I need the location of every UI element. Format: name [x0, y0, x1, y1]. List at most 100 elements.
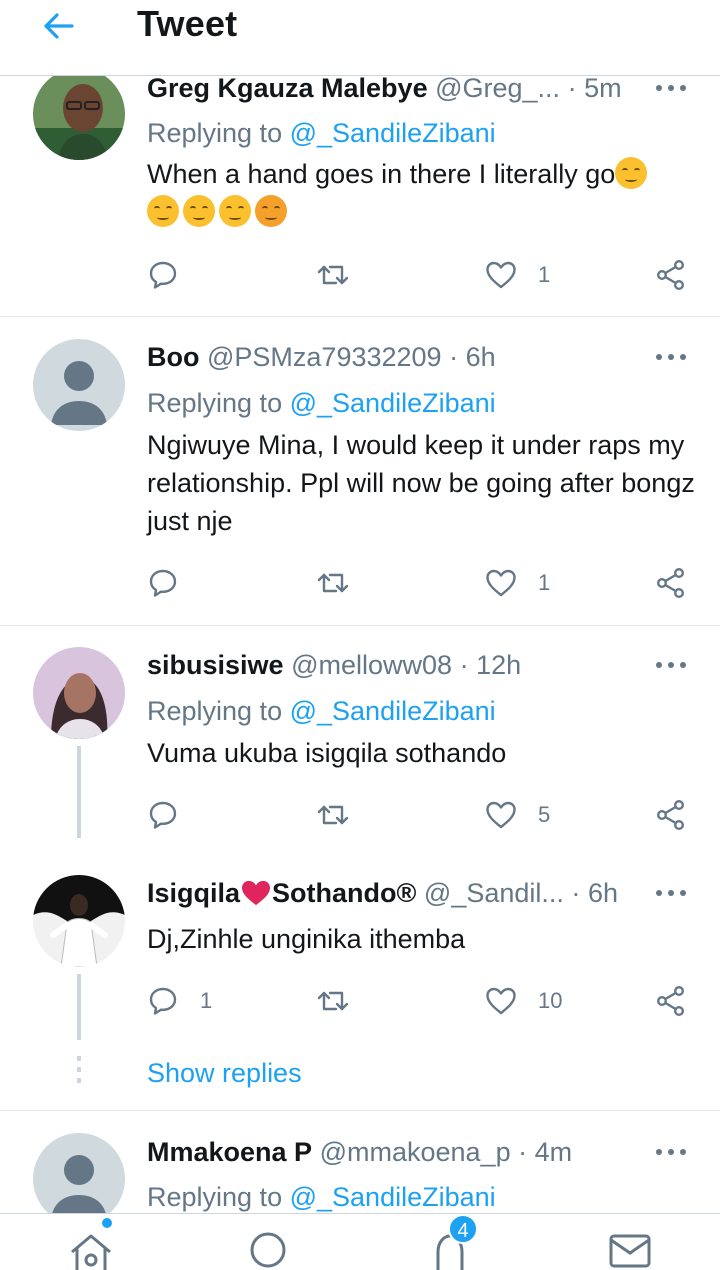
share-button[interactable] — [654, 255, 688, 295]
thread-dotted-line — [77, 1056, 81, 1089]
separator: · — [571, 878, 581, 908]
tweet-header: Isigqila Sothando® @_Sandil... · 6h — [147, 876, 618, 910]
timestamp[interactable]: 5m — [584, 73, 622, 103]
separator: · — [567, 73, 577, 103]
bottom-nav: 4 — [0, 1213, 720, 1270]
home-icon — [71, 1234, 111, 1270]
replying-to: Replying to @_SandileZibani — [147, 386, 496, 420]
tweet-actions: 1 — [0, 563, 720, 603]
retweet-icon — [316, 566, 350, 600]
exploding-head-emoji-icon — [255, 195, 287, 227]
like-button[interactable]: 10 — [484, 981, 562, 1021]
share-button[interactable] — [654, 981, 688, 1021]
tweet-header: sibusisiwe @melloww08 · 12h — [147, 648, 521, 682]
retweet-icon — [316, 984, 350, 1018]
replying-to: Replying to @_SandileZibani — [147, 694, 496, 728]
like-count: 1 — [538, 262, 551, 287]
more-icon[interactable] — [654, 660, 688, 670]
share-button[interactable] — [654, 795, 688, 835]
avatar[interactable] — [33, 68, 125, 160]
like-button[interactable]: 5 — [484, 795, 550, 835]
heart-emoji-icon — [242, 880, 271, 906]
reply-icon — [146, 258, 180, 292]
divider — [0, 316, 720, 317]
reply-button[interactable] — [146, 255, 180, 295]
reply-button[interactable]: 1 — [146, 981, 212, 1021]
user-handle[interactable]: @_Sandil... — [424, 878, 564, 908]
timestamp[interactable]: 4m — [535, 1137, 573, 1167]
separator: · — [518, 1137, 528, 1167]
user-handle[interactable]: @mmakoena_p — [320, 1137, 511, 1167]
tweet-header: Mmakoena P @mmakoena_p · 4m — [147, 1135, 572, 1169]
tweet-text: Vuma ukuba isigqila sothando — [147, 738, 507, 768]
tweet-text: Dj,Zinhle unginika ithemba — [147, 924, 466, 954]
like-icon — [484, 566, 518, 600]
avatar[interactable] — [33, 875, 125, 967]
display-name[interactable]: Boo — [147, 342, 199, 372]
more-icon[interactable] — [654, 888, 688, 898]
display-name[interactable]: sibusisiwe — [147, 650, 284, 680]
retweet-button[interactable] — [316, 563, 350, 603]
woozy-face-emoji-icon — [219, 195, 251, 227]
reply-icon — [146, 798, 180, 832]
tweet-text: Ngiwuye Mina, I would keep it under raps… — [147, 430, 695, 536]
back-arrow-icon[interactable] — [38, 6, 78, 46]
retweet-button[interactable] — [316, 981, 350, 1021]
replying-to-link[interactable]: @_SandileZibani — [290, 1182, 496, 1212]
search-tab[interactable] — [248, 1230, 292, 1270]
more-icon[interactable] — [654, 1147, 688, 1157]
timestamp[interactable]: 6h — [466, 342, 496, 372]
display-name[interactable]: Mmakoena P — [147, 1137, 312, 1167]
like-icon — [484, 258, 518, 292]
timestamp[interactable]: 6h — [588, 878, 618, 908]
share-icon — [654, 566, 688, 600]
notifications-tab[interactable]: 4 — [428, 1214, 478, 1270]
replying-prefix: Replying to — [147, 118, 283, 148]
drooling-face-emoji-icon — [183, 195, 215, 227]
tweet-header: Greg Kgauza Malebye @Greg_... · 5m — [147, 71, 622, 105]
tweet-actions: 5 — [0, 795, 720, 835]
divider — [0, 1110, 720, 1111]
more-icon[interactable] — [654, 352, 688, 362]
avatar[interactable] — [33, 1133, 125, 1225]
messages-tab[interactable] — [608, 1230, 652, 1270]
share-button[interactable] — [654, 563, 688, 603]
replying-prefix: Replying to — [147, 388, 283, 418]
reply-button[interactable] — [146, 795, 180, 835]
retweet-button[interactable] — [316, 255, 350, 295]
home-tab[interactable] — [68, 1218, 114, 1270]
retweet-icon — [316, 258, 350, 292]
replying-to-link[interactable]: @_SandileZibani — [290, 696, 496, 726]
avatar[interactable] — [33, 647, 125, 739]
retweet-button[interactable] — [316, 795, 350, 835]
tweet-header: Boo @PSMza79332209 · 6h — [147, 340, 496, 374]
like-button[interactable]: 1 — [484, 563, 550, 603]
replying-to: Replying to @_SandileZibani — [147, 116, 496, 150]
reply-button[interactable] — [146, 563, 180, 603]
reply-icon — [146, 566, 180, 600]
tweet-actions: 1 — [0, 255, 720, 295]
display-name[interactable]: Greg Kgauza Malebye — [147, 73, 428, 103]
home-notification-dot — [102, 1218, 112, 1228]
drooling-face-emoji-icon — [615, 157, 648, 189]
retweet-icon — [316, 798, 350, 832]
user-handle[interactable]: @PSMza79332209 — [207, 342, 442, 372]
like-icon — [484, 798, 518, 832]
like-count: 5 — [538, 802, 551, 827]
like-button[interactable]: 1 — [484, 255, 550, 295]
avatar[interactable] — [33, 339, 125, 431]
like-count: 10 — [538, 988, 563, 1013]
user-handle[interactable]: @melloww08 — [291, 650, 452, 680]
display-name-part1[interactable]: Isigqila — [147, 878, 240, 908]
search-icon — [250, 1232, 286, 1268]
more-icon[interactable] — [654, 83, 688, 93]
replying-to-link[interactable]: @_SandileZibani — [290, 388, 496, 418]
replying-to-link[interactable]: @_SandileZibani — [290, 118, 496, 148]
messages-icon — [609, 1234, 651, 1268]
user-handle[interactable]: @Greg_... — [435, 73, 560, 103]
display-name-part2[interactable]: Sothando® — [272, 878, 416, 908]
like-count: 1 — [538, 570, 551, 595]
timestamp[interactable]: 12h — [476, 650, 521, 680]
show-replies-link[interactable]: Show replies — [147, 1058, 302, 1089]
tweet-text-content: When a hand goes in there I literally go — [147, 159, 616, 189]
